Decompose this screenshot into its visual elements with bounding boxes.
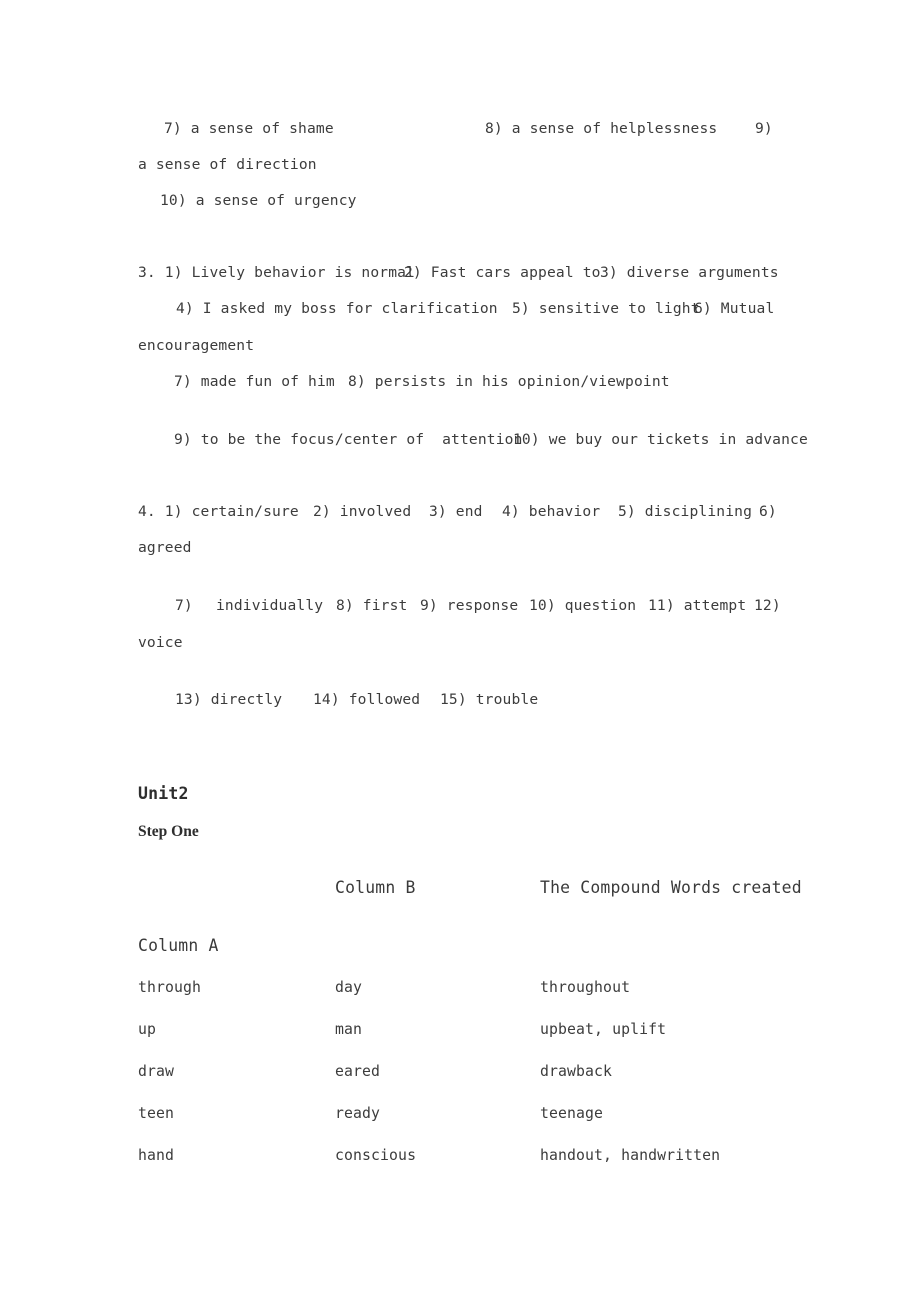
answers-3-line-2: 2) Fast cars appeal to — [404, 264, 601, 281]
answers-3-line-10: 9) to be the focus/center of attention — [174, 431, 523, 448]
answers-4-line-2: 2) involved — [313, 503, 412, 520]
answers-4-line-13: 11) attempt — [648, 597, 747, 614]
answers-2-line-5: 10) a sense of urgency — [160, 192, 357, 209]
answers-3-line-9: 8) persists in his opinion/viewpoint — [348, 373, 670, 390]
answers-3-line-4: 4) I asked my boss for clarification — [176, 300, 498, 317]
answers-4-line-3: 3) end — [429, 503, 483, 520]
answers-3-line-3: 3) diverse arguments — [600, 264, 779, 281]
answers-4-line-14: 12) — [754, 597, 781, 614]
table-row-2-column-c: upbeat, uplift — [540, 1021, 667, 1038]
unit2-heading: Unit2 — [138, 784, 189, 803]
document-page: 7) a sense of shame 8) a sense of helples… — [0, 0, 920, 1302]
answers-4-line-12: 10) question — [529, 597, 637, 614]
answers-3-line-1: 3. 1) Lively behavior is normal — [138, 264, 416, 281]
table-row-3-column-b: eared — [335, 1063, 381, 1080]
answers-3-line-7: encouragement — [138, 337, 255, 354]
answers-4-line-11: 9) response — [420, 597, 519, 614]
column-header-b: Column B — [335, 878, 416, 897]
answers-4-line-4: 4) behavior — [502, 503, 601, 520]
answers-4-line-15: voice — [138, 634, 183, 651]
answers-3-line-11: 10) we buy our tickets in advance — [513, 431, 808, 448]
answers-2-line-2: 8) a sense of helplessness — [485, 120, 718, 137]
answers-4-line-8: 7) — [175, 597, 193, 614]
step-one-label: Step One — [138, 823, 199, 840]
table-row-1-column-c: throughout — [540, 979, 631, 996]
column-header-a: Column A — [138, 936, 219, 955]
table-row-5-column-b: conscious — [335, 1147, 417, 1164]
answers-2-line-4: a sense of direction — [138, 156, 317, 173]
answers-4-line-1: 4. 1) certain/sure — [138, 503, 299, 520]
table-row-1-column-a: through — [138, 979, 202, 996]
answers-4-line-18: 15) trouble — [440, 691, 539, 708]
column-header-c: The Compound Words created — [540, 878, 802, 897]
answers-2-line-3: 9) — [755, 120, 773, 137]
answers-4-line-5: 5) disciplining — [618, 503, 753, 520]
answers-4-line-10: 8) first — [336, 597, 408, 614]
answers-3-line-6: 6) Mutual — [694, 300, 775, 317]
answers-4-line-16: 13) directly — [175, 691, 283, 708]
answers-3-line-8: 7) made fun of him — [174, 373, 335, 390]
answers-4-line-17: 14) followed — [313, 691, 421, 708]
table-row-4-column-b: ready — [335, 1105, 381, 1122]
table-row-4-column-c: teenage — [540, 1105, 604, 1122]
table-row-2-column-a: up — [138, 1021, 157, 1038]
answers-4-line-7: agreed — [138, 539, 192, 556]
answers-2-line-1: 7) a sense of shame — [164, 120, 334, 137]
table-row-4-column-a: teen — [138, 1105, 175, 1122]
table-row-5-column-c: handout, handwritten — [540, 1147, 721, 1164]
answers-3-line-5: 5) sensitive to light — [512, 300, 700, 317]
table-row-2-column-b: man — [335, 1021, 363, 1038]
answers-4-line-6: 6) — [759, 503, 777, 520]
answers-4-line-9: individually — [216, 597, 324, 614]
table-row-3-column-a: draw — [138, 1063, 175, 1080]
table-row-5-column-a: hand — [138, 1147, 175, 1164]
table-row-3-column-c: drawback — [540, 1063, 613, 1080]
table-row-1-column-b: day — [335, 979, 363, 996]
